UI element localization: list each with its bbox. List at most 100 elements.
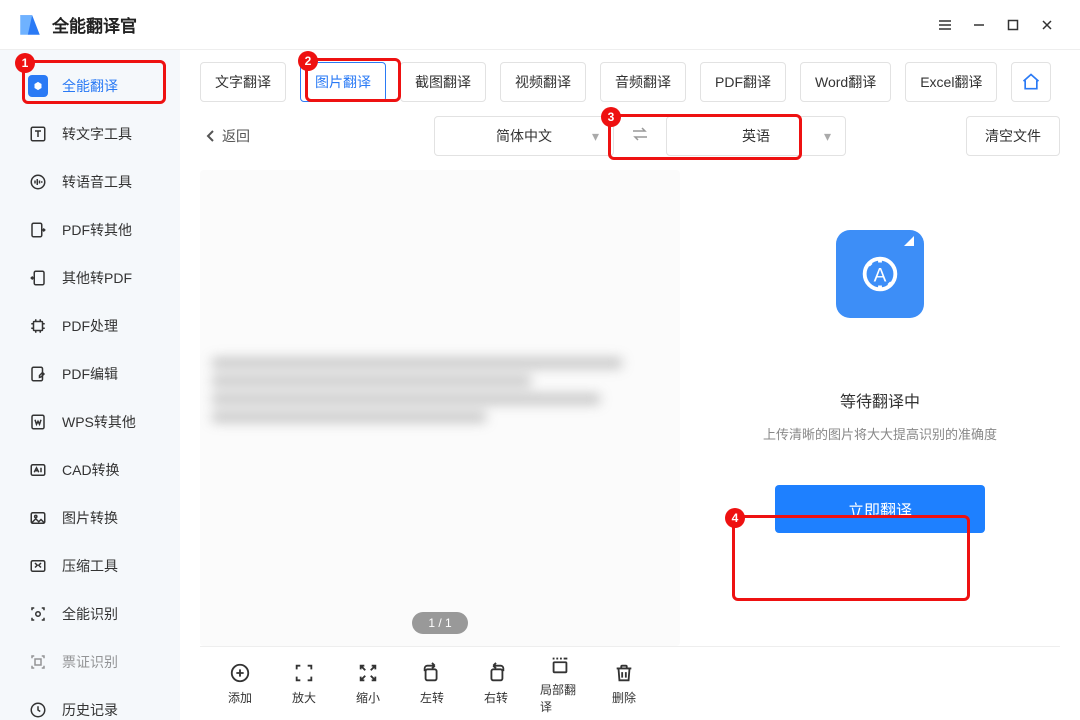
tab-screenshot-translate[interactable]: 截图翻译 [400, 62, 486, 102]
sidebar-item-other-to-pdf[interactable]: 其他转PDF [0, 256, 180, 300]
source-language-label: 简体中文 [496, 126, 552, 146]
sidebar-item-wps[interactable]: WPS转其他 [0, 400, 180, 444]
sidebar-item-pdf-to-other[interactable]: PDF转其他 [0, 208, 180, 252]
sidebar-item-receipt[interactable]: 票证识别 [0, 640, 180, 684]
tab-excel-translate[interactable]: Excel翻译 [905, 62, 997, 102]
tab-pdf-translate[interactable]: PDF翻译 [700, 62, 786, 102]
status-pane: A 等待翻译中 上传清晰的图片将大大提高识别的准确度 立即翻译 [700, 170, 1060, 646]
back-button[interactable]: 返回 [200, 126, 256, 146]
trash-icon [612, 661, 636, 685]
translate-btn-label: 立即翻译 [848, 503, 912, 520]
tab-label: 截图翻译 [415, 72, 471, 92]
sidebar-item-pdf-process[interactable]: PDF处理 [0, 304, 180, 348]
plus-circle-icon [228, 661, 252, 685]
action-label: 放大 [292, 689, 316, 706]
chip-icon [28, 316, 48, 336]
sidebar-item-to-text[interactable]: 转文字工具 [0, 112, 180, 156]
tab-text-translate[interactable]: 文字翻译 [200, 62, 286, 102]
titlebar: 全能翻译官 [0, 0, 1080, 50]
action-zoom-in[interactable]: 放大 [284, 661, 324, 706]
action-label: 右转 [484, 689, 508, 706]
sidebar-item-compress[interactable]: 压缩工具 [0, 544, 180, 588]
sidebar-item-label: 票证识别 [62, 652, 118, 672]
sidebar-item-label: 全能识别 [62, 604, 118, 624]
svg-text:A: A [874, 266, 887, 287]
crop-icon [548, 653, 572, 677]
sidebar-item-label: PDF转其他 [62, 220, 132, 240]
compress-icon [28, 556, 48, 576]
action-partial-translate[interactable]: 局部翻译 [540, 653, 580, 715]
maximize-icon[interactable] [996, 8, 1030, 42]
sidebar-item-label: PDF编辑 [62, 364, 118, 384]
caret-down-icon: ▾ [824, 128, 831, 145]
clear-label: 清空文件 [985, 126, 1041, 146]
back-label: 返回 [222, 126, 250, 146]
action-label: 删除 [612, 689, 636, 706]
status-subtitle: 上传清晰的图片将大大提高识别的准确度 [763, 424, 997, 443]
sidebar-item-label: PDF处理 [62, 316, 118, 336]
language-toolbar: 返回 简体中文 ▾ 英语 ▾ 清空文件 [200, 116, 1060, 156]
action-rotate-right[interactable]: 右转 [476, 661, 516, 706]
content: 文字翻译 图片翻译 截图翻译 视频翻译 音频翻译 PDF翻译 Word翻译 Ex… [180, 50, 1080, 720]
translate-now-button[interactable]: 立即翻译 [775, 485, 985, 533]
sidebar-item-label: CAD转换 [62, 460, 120, 480]
translate-file-icon: A [836, 230, 924, 318]
tab-label: 音频翻译 [615, 72, 671, 92]
swap-languages-icon[interactable] [628, 126, 652, 147]
tabs: 文字翻译 图片翻译 截图翻译 视频翻译 音频翻译 PDF翻译 Word翻译 Ex… [200, 62, 1060, 102]
minimize-icon[interactable] [962, 8, 996, 42]
audio-icon [28, 172, 48, 192]
zoom-out-icon [356, 661, 380, 685]
action-label: 缩小 [356, 689, 380, 706]
action-zoom-out[interactable]: 缩小 [348, 661, 388, 706]
tab-video-translate[interactable]: 视频翻译 [500, 62, 586, 102]
hexagon-icon [28, 76, 48, 96]
home-button[interactable] [1011, 62, 1051, 102]
sidebar-item-label: 图片转换 [62, 508, 118, 528]
image-preview: 1 / 1 [200, 170, 680, 646]
close-icon[interactable] [1030, 8, 1064, 42]
sidebar-item-label: 全能翻译 [62, 76, 118, 96]
status-title: 等待翻译中 [840, 388, 920, 412]
sidebar-item-translate[interactable]: 全能翻译 [0, 64, 180, 108]
tab-label: Word翻译 [815, 72, 876, 92]
tab-label: PDF翻译 [715, 72, 771, 92]
page-indicator: 1 / 1 [412, 612, 467, 634]
sidebar-item-image-convert[interactable]: 图片转换 [0, 496, 180, 540]
rotate-right-icon [484, 661, 508, 685]
sidebar-item-history[interactable]: 历史记录 [0, 688, 180, 720]
action-label: 局部翻译 [540, 681, 580, 715]
sidebar-item-label: 其他转PDF [62, 268, 132, 288]
receipt-icon [28, 652, 48, 672]
tab-label: 视频翻译 [515, 72, 571, 92]
source-language-select[interactable]: 简体中文 ▾ [434, 116, 614, 156]
wps-icon [28, 412, 48, 432]
sidebar-item-label: 压缩工具 [62, 556, 118, 576]
action-delete[interactable]: 删除 [604, 661, 644, 706]
target-language-select[interactable]: 英语 ▾ [666, 116, 846, 156]
tab-label: 图片翻译 [315, 72, 371, 92]
tab-image-translate[interactable]: 图片翻译 [300, 62, 386, 102]
edit-icon [28, 364, 48, 384]
sidebar-item-cad[interactable]: CAD转换 [0, 448, 180, 492]
action-add[interactable]: 添加 [220, 661, 260, 706]
action-rotate-left[interactable]: 左转 [412, 661, 452, 706]
action-label: 添加 [228, 689, 252, 706]
tab-label: 文字翻译 [215, 72, 271, 92]
app-title: 全能翻译官 [52, 12, 137, 37]
tab-label: Excel翻译 [920, 72, 982, 92]
tab-audio-translate[interactable]: 音频翻译 [600, 62, 686, 102]
tab-word-translate[interactable]: Word翻译 [800, 62, 891, 102]
sidebar-item-pdf-edit[interactable]: PDF编辑 [0, 352, 180, 396]
menu-icon[interactable] [928, 8, 962, 42]
sidebar: 全能翻译 转文字工具 转语音工具 PDF转其他 其他转PDF PDF处理 PDF… [0, 50, 180, 720]
text-icon [28, 124, 48, 144]
app-logo-icon [16, 11, 44, 39]
target-language-label: 英语 [742, 126, 770, 146]
zoom-in-icon [292, 661, 316, 685]
clear-files-button[interactable]: 清空文件 [966, 116, 1060, 156]
sidebar-item-ocr[interactable]: 全能识别 [0, 592, 180, 636]
sidebar-item-label: 转文字工具 [62, 124, 132, 144]
action-bar: 添加 放大 缩小 左转 右转 局部翻译 删除 [200, 646, 1060, 720]
sidebar-item-to-audio[interactable]: 转语音工具 [0, 160, 180, 204]
